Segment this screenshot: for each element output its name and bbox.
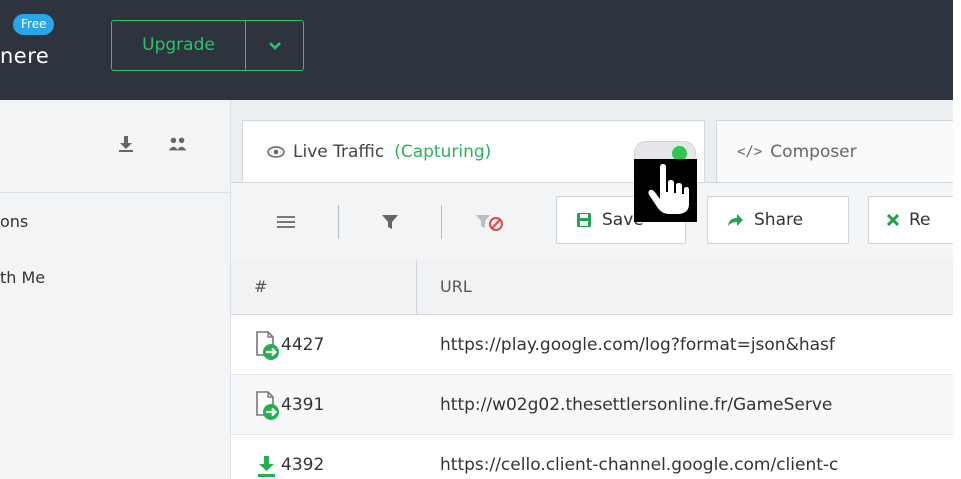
right-edge — [953, 0, 961, 479]
eye-icon — [267, 146, 285, 158]
remove-button[interactable]: Re — [868, 196, 961, 244]
toolbar-divider — [441, 205, 442, 239]
main-panel: Live Traffic (Capturing) </> Composer Sa… — [231, 100, 961, 479]
app-name: nere — [0, 44, 50, 68]
table-row[interactable]: 4392 https://cello.client-channel.google… — [231, 435, 953, 479]
row-number: 4391 — [281, 395, 325, 415]
sidebar-item-sessions[interactable]: ons — [0, 212, 28, 231]
remove-button-label: Re — [909, 210, 931, 230]
download-icon[interactable] — [116, 134, 136, 154]
menu-icon[interactable] — [275, 211, 297, 233]
column-header-number[interactable]: # — [254, 277, 267, 296]
remove-icon — [887, 214, 899, 226]
row-number: 4427 — [281, 335, 325, 355]
toolbar: Save Share Re — [231, 182, 961, 261]
filter-icon[interactable] — [379, 211, 401, 233]
chevron-down-icon — [268, 41, 281, 50]
hand-cursor-icon — [646, 161, 691, 216]
table-row[interactable]: 4427 https://play.google.com/log?format=… — [231, 315, 953, 375]
tab-composer-label: Composer — [770, 141, 857, 162]
sidebar-item-shared-with-me[interactable]: th Me — [0, 268, 45, 287]
tab-live-traffic-label: Live Traffic — [293, 142, 385, 162]
top-bar: Free nere Upgrade — [0, 0, 953, 100]
share-button-label: Share — [754, 210, 804, 230]
share-icon — [728, 214, 743, 226]
sidebar-header — [0, 100, 230, 193]
row-number: 4392 — [281, 455, 325, 475]
share-button[interactable]: Share — [707, 196, 849, 244]
app-window: Free nere Upgrade ons th Me Live Traffic… — [0, 0, 961, 479]
row-url: https://cello.client-channel.google.com/… — [440, 455, 839, 475]
request-arrow-icon — [256, 331, 279, 360]
save-icon — [577, 213, 591, 227]
upgrade-button[interactable]: Upgrade — [112, 21, 246, 70]
table-header: # URL — [231, 260, 953, 315]
sidebar: ons th Me — [0, 100, 231, 479]
upgrade-button-group: Upgrade — [111, 20, 304, 71]
column-header-url[interactable]: URL — [440, 277, 472, 296]
upgrade-menu-button[interactable] — [246, 21, 303, 70]
users-icon[interactable] — [168, 134, 188, 154]
cursor-indicator — [634, 159, 697, 222]
clear-filter-icon[interactable] — [475, 211, 505, 233]
tab-composer[interactable]: </> Composer — [716, 120, 961, 182]
toolbar-divider — [338, 205, 339, 239]
capturing-status: (Capturing) — [394, 142, 492, 162]
download-icon — [258, 456, 275, 477]
free-badge: Free — [13, 14, 55, 35]
row-url: http://w02g02.thesettlersonline.fr/GameS… — [440, 395, 833, 415]
table-row[interactable]: 4391 http://w02g02.thesettlersonline.fr/… — [231, 375, 953, 435]
row-url: https://play.google.com/log?format=json&… — [440, 335, 835, 355]
code-icon: </> — [737, 143, 763, 160]
request-arrow-icon — [256, 391, 279, 420]
column-divider[interactable] — [416, 260, 417, 314]
